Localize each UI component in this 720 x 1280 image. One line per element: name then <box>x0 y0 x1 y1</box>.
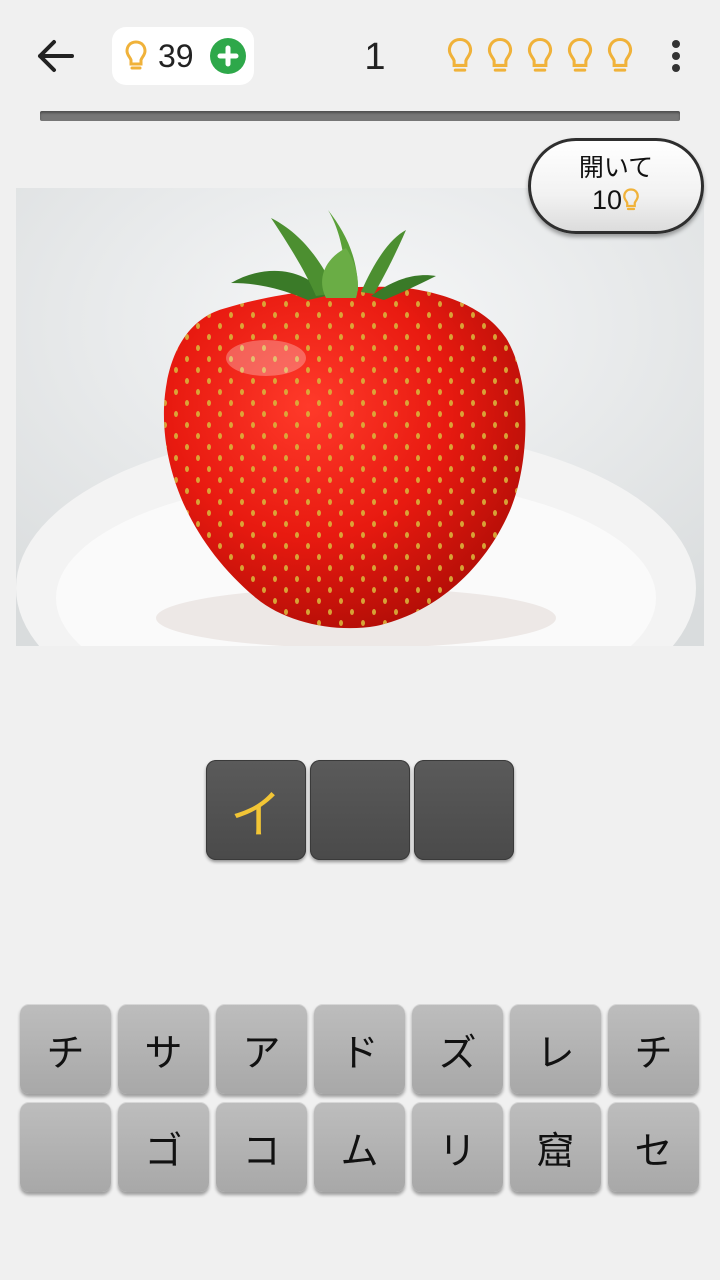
lightbulb-icon <box>524 36 556 76</box>
dot <box>672 52 680 60</box>
reveal-label: 開いて <box>578 153 654 182</box>
letter-key[interactable]: チ <box>20 1004 111 1094</box>
level-number: 1 <box>364 36 386 78</box>
lightbulb-icon <box>564 36 596 76</box>
keyboard-row: チ サ ア ド ズ レ チ <box>20 1004 700 1094</box>
lightbulb-icon <box>484 36 516 76</box>
letter-key[interactable]: サ <box>118 1004 209 1094</box>
lightbulb-icon <box>444 36 476 76</box>
letter-key[interactable]: ゴ <box>118 1102 209 1192</box>
top-bar: 39 1 <box>0 0 720 112</box>
letter-key[interactable]: ア <box>216 1004 307 1094</box>
letter-key-empty[interactable] <box>20 1102 111 1192</box>
letter-key[interactable]: 窟 <box>510 1102 601 1192</box>
reveal-cost: 10 <box>591 185 623 215</box>
puzzle-image <box>16 188 704 646</box>
lightbulb-icon <box>125 40 147 70</box>
letter-key[interactable]: ド <box>314 1004 405 1094</box>
letter-key[interactable]: ム <box>314 1102 405 1192</box>
hints-count: 39 <box>158 37 194 74</box>
lightbulb-icon <box>623 188 639 211</box>
letter-keyboard: チ サ ア ド ズ レ チ ゴ コ ム リ 窟 セ <box>20 1004 700 1200</box>
letter-key[interactable]: セ <box>608 1102 699 1192</box>
dot <box>672 64 680 72</box>
keyboard-row: ゴ コ ム リ 窟 セ <box>20 1102 700 1192</box>
plus-icon <box>217 45 239 67</box>
back-button[interactable] <box>30 34 82 78</box>
progress-bar <box>40 111 680 121</box>
arrow-left-icon <box>38 40 74 72</box>
letter-key[interactable]: チ <box>608 1004 699 1094</box>
answer-slot-3[interactable] <box>414 760 514 860</box>
more-menu-button[interactable] <box>660 36 692 76</box>
dot <box>672 40 680 48</box>
reveal-button[interactable]: 開いて 10 <box>528 138 704 234</box>
answer-slot-2[interactable] <box>310 760 410 860</box>
strawberry-image <box>16 188 704 646</box>
answer-slot-1[interactable]: イ <box>206 760 306 860</box>
answer-slots: イ <box>206 760 514 860</box>
reveal-cost-row: 10 <box>531 184 701 216</box>
letter-key[interactable]: レ <box>510 1004 601 1094</box>
hints-counter: 39 <box>112 27 254 85</box>
lightbulb-icon <box>604 36 636 76</box>
letter-key[interactable]: ズ <box>412 1004 503 1094</box>
letter-key[interactable]: コ <box>216 1102 307 1192</box>
add-hints-button[interactable] <box>210 38 246 74</box>
level-bulbs <box>444 36 636 76</box>
letter-key[interactable]: リ <box>412 1102 503 1192</box>
